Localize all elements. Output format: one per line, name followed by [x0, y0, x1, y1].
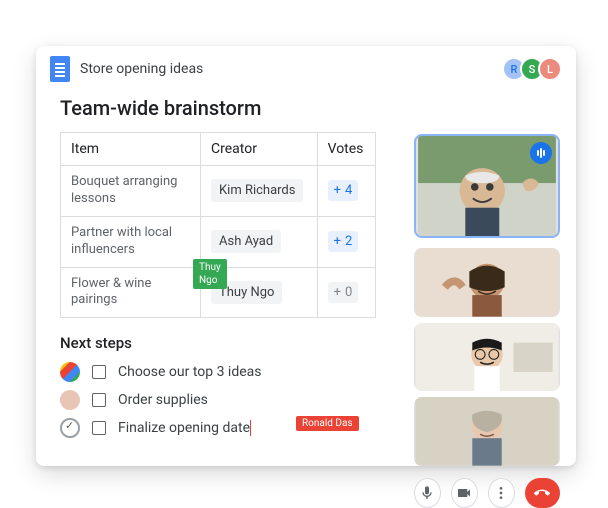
assignee-icon[interactable] [60, 418, 80, 438]
task-label[interactable]: Choose our top 3 ideas [118, 364, 262, 380]
speaking-indicator-icon [530, 142, 552, 164]
checkbox[interactable] [92, 393, 106, 407]
task-label[interactable]: Order supplies [118, 392, 208, 408]
votes-cell: +0 [317, 267, 375, 318]
participant-thumbnail [414, 323, 560, 392]
item-cell[interactable]: Flower & wine pairings Thuy Ngo [61, 267, 201, 318]
assignee-icon[interactable] [60, 390, 80, 410]
video-tile-active[interactable] [414, 134, 560, 238]
checkbox[interactable] [92, 421, 106, 435]
more-vertical-icon [493, 485, 509, 501]
hangup-button[interactable] [525, 478, 560, 508]
creator-chip[interactable]: Kim Richards [211, 179, 303, 202]
document-window: Store opening ideas R S L Team-wide brai… [36, 46, 576, 466]
ideas-table: Item Creator Votes Bouquet arranging les… [60, 132, 376, 318]
video-call-panel [414, 138, 560, 508]
participant-thumbnail [414, 248, 560, 317]
assignee-icon[interactable] [60, 362, 80, 382]
more-button[interactable] [488, 478, 515, 508]
text-cursor [250, 420, 251, 436]
vote-button[interactable]: +4 [328, 180, 359, 201]
col-item: Item [61, 133, 201, 166]
camera-icon [456, 485, 472, 501]
vote-button[interactable]: +2 [328, 231, 359, 252]
cursor-tag: Ronald Das [296, 416, 359, 431]
cursor-tag: Thuy Ngo [193, 259, 227, 289]
video-tile[interactable] [414, 323, 560, 392]
phone-hangup-icon [534, 485, 550, 501]
mic-button[interactable] [414, 478, 441, 508]
camera-button[interactable] [451, 478, 478, 508]
call-controls [414, 478, 560, 508]
col-creator: Creator [201, 133, 318, 166]
video-tile[interactable] [414, 397, 560, 466]
section-heading: Team-wide brainstorm [60, 96, 552, 120]
mic-icon [419, 485, 435, 501]
col-votes: Votes [317, 133, 375, 166]
document-title[interactable]: Store opening ideas [80, 61, 492, 77]
vote-button[interactable]: +0 [328, 282, 359, 303]
table-row: Flower & wine pairings Thuy Ngo Thuy Ngo… [61, 267, 376, 318]
header: Store opening ideas R S L [36, 46, 576, 88]
creator-cell: Kim Richards [201, 166, 318, 217]
task-label[interactable]: Finalize opening date [118, 420, 251, 436]
docs-icon [50, 56, 70, 82]
item-cell[interactable]: Bouquet arranging lessons [61, 166, 201, 217]
collaborator-avatars: R S L [502, 57, 562, 81]
table-row: Bouquet arranging lessons Kim Richards +… [61, 166, 376, 217]
item-cell[interactable]: Partner with local influencers [61, 216, 201, 267]
video-tile[interactable] [414, 248, 560, 317]
creator-chip[interactable]: Ash Ayad [211, 230, 281, 253]
votes-cell: +4 [317, 166, 375, 217]
participant-thumbnail [414, 397, 560, 466]
votes-cell: +2 [317, 216, 375, 267]
table-header-row: Item Creator Votes [61, 133, 376, 166]
checkbox[interactable] [92, 365, 106, 379]
avatar[interactable]: L [538, 57, 562, 81]
